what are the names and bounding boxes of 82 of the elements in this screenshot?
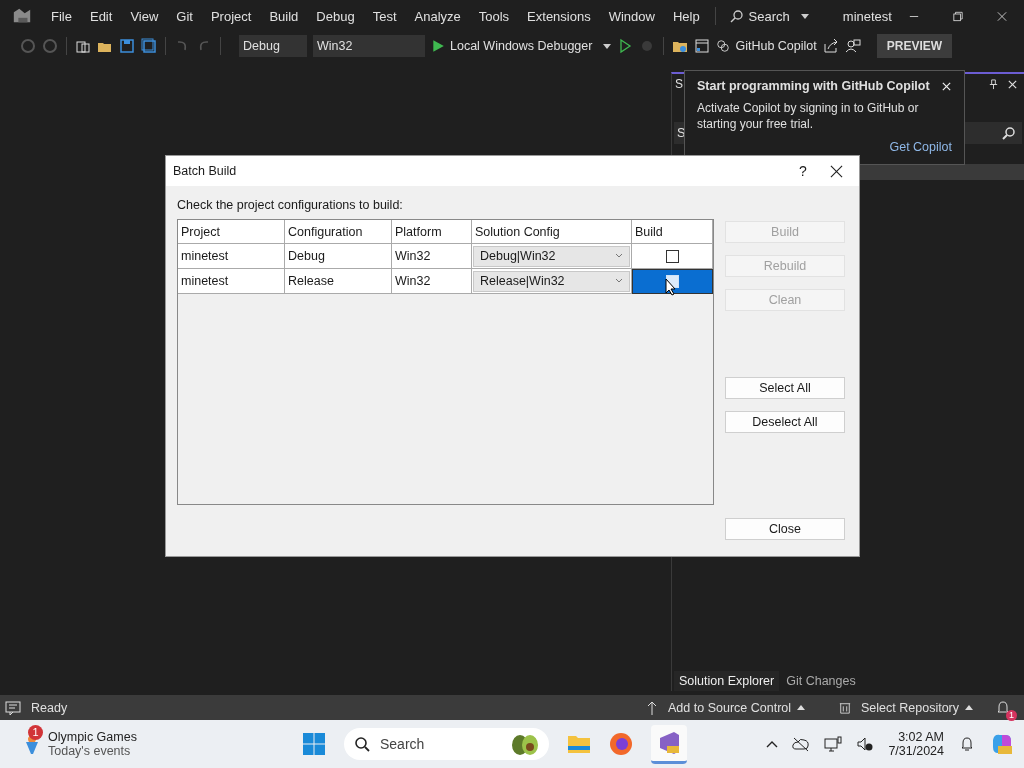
table-cell: Release xyxy=(285,269,392,294)
cursor-icon xyxy=(665,278,677,296)
menu-item[interactable]: Test xyxy=(363,8,406,24)
dialog-title: Batch Build xyxy=(173,164,237,178)
configuration-dropdown[interactable]: Debug xyxy=(239,35,307,57)
cloud-icon[interactable] xyxy=(792,736,811,752)
search-icon xyxy=(729,9,744,23)
taskbar-search-field[interactable]: Search xyxy=(344,728,549,760)
close-button[interactable]: Close xyxy=(725,518,845,540)
start-icon[interactable] xyxy=(302,732,326,756)
caret-icon xyxy=(800,13,809,19)
preview-button[interactable]: PREVIEW xyxy=(876,34,953,58)
caret-icon xyxy=(965,705,973,710)
menu-item[interactable]: Window xyxy=(599,8,664,24)
dialog-button[interactable]: Deselect All xyxy=(725,411,845,433)
output-icon[interactable] xyxy=(5,699,21,716)
get-copilot-link[interactable]: Get Copilot xyxy=(889,140,952,154)
build-checkbox[interactable] xyxy=(665,249,679,263)
monitor-icon[interactable] xyxy=(824,736,843,752)
caret-icon xyxy=(797,705,806,710)
help-button[interactable]: ? xyxy=(788,163,818,179)
share-icon[interactable] xyxy=(822,38,839,54)
arrow-up-icon xyxy=(646,700,659,715)
new-item-icon[interactable] xyxy=(75,38,91,54)
widget-subtitle: Today's events xyxy=(48,744,132,758)
copilot-icon[interactable] xyxy=(990,732,1014,756)
caret-icon xyxy=(603,43,612,49)
panel-title: S xyxy=(675,77,683,91)
menu-item[interactable]: Build xyxy=(260,8,308,24)
popup-title: Start programming with GitHub Copilot xyxy=(697,79,930,93)
select-repository-button[interactable]: Select Repository xyxy=(827,700,985,715)
save-icon[interactable] xyxy=(119,38,135,54)
widget-badge: 1 xyxy=(28,725,43,740)
menu-item[interactable]: Tools xyxy=(469,8,519,24)
copilot-icon xyxy=(716,39,731,53)
table-cell: Win32 xyxy=(392,269,472,294)
avocado-icon xyxy=(509,732,541,756)
search-button[interactable]: Search xyxy=(721,8,817,24)
restore-icon[interactable] xyxy=(952,10,963,22)
clock[interactable]: 3:02 AM 7/31/2024 xyxy=(888,730,944,758)
menu-item[interactable]: Extensions xyxy=(518,8,600,24)
menu-item[interactable]: View xyxy=(121,8,168,24)
table-cell: minetest xyxy=(178,269,285,294)
notification-badge: 1 xyxy=(1006,709,1017,721)
window-icon[interactable] xyxy=(694,38,711,54)
repository-icon xyxy=(839,700,852,715)
play-icon xyxy=(431,39,445,53)
widget-title[interactable]: Olympic Games xyxy=(48,730,137,744)
search-icon[interactable] xyxy=(1002,126,1016,140)
build-cell[interactable] xyxy=(632,269,713,294)
menu-item[interactable]: File xyxy=(42,8,81,24)
browser-icon[interactable] xyxy=(609,732,633,756)
menu-item[interactable]: Git xyxy=(167,8,202,24)
visual-studio-icon[interactable] xyxy=(657,730,681,755)
popup-message: Activate Copilot by signing in to GitHub or starting your free trial. xyxy=(697,100,920,132)
feedback-icon[interactable] xyxy=(844,38,861,54)
menu-item[interactable]: Edit xyxy=(80,8,122,24)
chevron-down-icon xyxy=(615,253,623,259)
save-all-icon[interactable] xyxy=(141,38,157,54)
instruction-text: Check the project configurations to build: xyxy=(177,198,404,212)
solution-config-dropdown[interactable]: Debug|Win32 xyxy=(473,245,630,267)
menu-item[interactable]: Analyze xyxy=(405,8,470,24)
solution-config-dropdown[interactable]: Release|Win32 xyxy=(473,270,630,292)
platform-dropdown[interactable]: Win32 xyxy=(313,35,425,57)
chevron-up-icon[interactable] xyxy=(766,740,779,748)
status-message: Ready xyxy=(31,700,68,715)
panel-tab[interactable]: Solution Explorer xyxy=(674,671,780,691)
copilot-button[interactable]: GitHub Copilot xyxy=(716,39,817,53)
menu-item[interactable]: Project xyxy=(201,8,261,24)
menu-item[interactable]: Debug xyxy=(307,8,364,24)
dialog-button[interactable]: Select All xyxy=(725,377,845,399)
close-icon[interactable] xyxy=(830,164,843,178)
add-to-source-control-button[interactable]: Add to Source Control xyxy=(634,700,818,715)
menu-item[interactable]: Help xyxy=(663,8,709,24)
pin-icon[interactable] xyxy=(988,78,999,90)
chevron-down-icon xyxy=(615,278,623,284)
start-debugging-button[interactable]: Local Windows Debugger xyxy=(431,39,612,53)
panel-tab[interactable]: Git Changes xyxy=(781,671,861,691)
window-title: minetest xyxy=(842,8,892,24)
speaker-muted-icon[interactable] xyxy=(856,736,875,752)
bell-icon[interactable] xyxy=(995,699,1011,716)
search-icon xyxy=(354,736,370,752)
